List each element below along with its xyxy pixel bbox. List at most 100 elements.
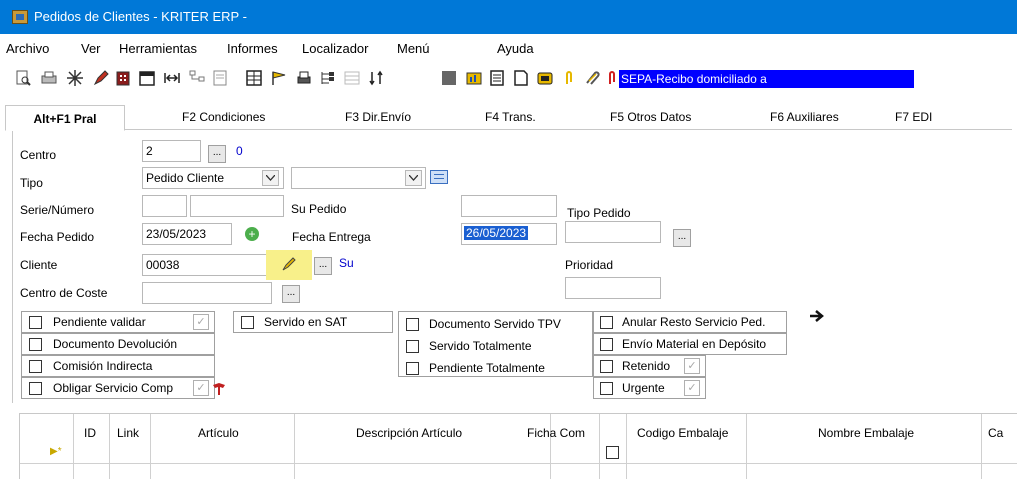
pendiente-validar-checkbox[interactable] bbox=[29, 316, 42, 329]
hierarchy-icon[interactable] bbox=[188, 69, 206, 87]
fecha-pedido-input[interactable]: 23/05/2023 bbox=[142, 223, 232, 245]
obligar-servicio-checkbox[interactable] bbox=[29, 382, 42, 395]
menu-informes[interactable]: Informes bbox=[227, 41, 278, 56]
su-pedido-input[interactable] bbox=[461, 195, 557, 217]
menu-herramientas[interactable]: Herramientas bbox=[119, 41, 197, 56]
list-icon[interactable] bbox=[430, 170, 448, 184]
folder-chart-icon[interactable] bbox=[465, 69, 483, 87]
toolbar: SEPA-Recibo domiciliado a bbox=[0, 64, 1017, 92]
tab-trans[interactable]: F4 Trans. bbox=[485, 110, 536, 124]
add-icon[interactable]: + bbox=[245, 227, 259, 241]
grid-header-id[interactable]: ID bbox=[84, 426, 96, 440]
documento-servido-tpv-checkbox[interactable] bbox=[406, 318, 419, 331]
grid-checkbox[interactable] bbox=[606, 446, 619, 459]
grid-divider bbox=[626, 414, 627, 479]
anular-resto-checkbox[interactable] bbox=[600, 316, 613, 329]
chevron-down-icon[interactable] bbox=[262, 170, 279, 186]
serie-input[interactable] bbox=[142, 195, 187, 217]
navigate-icon[interactable] bbox=[163, 69, 181, 87]
menu-archivo[interactable]: Archivo bbox=[6, 41, 49, 56]
grid-header-ca[interactable]: Ca bbox=[988, 426, 1003, 440]
grid-header-nombre-embalaje[interactable]: Nombre Embalaje bbox=[818, 426, 914, 440]
calendar-icon[interactable] bbox=[138, 69, 156, 87]
tab-auxiliares[interactable]: F6 Auxiliares bbox=[770, 110, 839, 124]
serie-label: Serie/Número bbox=[20, 203, 95, 217]
grid-header-articulo[interactable]: Artículo bbox=[198, 426, 239, 440]
grid-header-descripcion[interactable]: Descripción Artículo bbox=[356, 426, 462, 440]
paperclip-alt-icon[interactable] bbox=[583, 69, 601, 87]
tab-dir-envio[interactable]: F3 Dir.Envío bbox=[345, 110, 411, 124]
building-icon[interactable] bbox=[114, 69, 132, 87]
servido-sat-checkbox[interactable] bbox=[241, 316, 254, 329]
arrow-right-icon[interactable] bbox=[808, 308, 826, 324]
lines-grid: ID Link Artículo Descripción Artículo Fi… bbox=[19, 413, 1017, 479]
centro-coste-input[interactable] bbox=[142, 282, 272, 304]
centro-label: Centro bbox=[20, 148, 57, 162]
fecha-entrega-label: Fecha Entrega bbox=[292, 230, 371, 244]
cliente-input[interactable]: 00038 bbox=[142, 254, 272, 276]
note-icon[interactable] bbox=[211, 69, 229, 87]
tipo-pedido-label: Tipo Pedido bbox=[567, 206, 631, 220]
grid-divider bbox=[550, 414, 551, 479]
urgente-checkbox[interactable] bbox=[600, 382, 613, 395]
archive-icon[interactable] bbox=[536, 69, 554, 87]
numero-input[interactable] bbox=[190, 195, 284, 217]
document-icon[interactable] bbox=[488, 69, 506, 87]
flag-icon[interactable] bbox=[270, 69, 288, 87]
centro-coste-label: Centro de Coste bbox=[20, 286, 108, 300]
grid-header-link[interactable]: Link bbox=[117, 426, 139, 440]
table-icon[interactable] bbox=[343, 69, 361, 87]
tab-bar: Alt+F1 Pral F2 Condiciones F3 Dir.Envío … bbox=[5, 105, 1012, 131]
cliente-lookup-button[interactable]: ... bbox=[314, 257, 332, 275]
grid-header-ficha-com[interactable]: Ficha Com bbox=[527, 426, 585, 440]
tab-edi[interactable]: F7 EDI bbox=[895, 110, 932, 124]
menu-localizador[interactable]: Localizador bbox=[302, 41, 369, 56]
menu-ayuda[interactable]: Ayuda bbox=[497, 41, 534, 56]
chevron-down-icon[interactable] bbox=[405, 170, 422, 186]
print-icon[interactable] bbox=[40, 69, 58, 87]
grid-header-codigo-embalaje[interactable]: Codigo Embalaje bbox=[637, 426, 728, 440]
check-icon: ✓ bbox=[193, 380, 209, 396]
check-icon: ✓ bbox=[193, 314, 209, 330]
documento-devolucion-checkbox[interactable] bbox=[29, 338, 42, 351]
centro-input[interactable]: 2 bbox=[142, 140, 201, 162]
tipo-pedido-input[interactable] bbox=[565, 221, 661, 243]
tipo-pedido-lookup-button[interactable]: ... bbox=[673, 229, 691, 247]
tab-condiciones[interactable]: F2 Condiciones bbox=[182, 110, 265, 124]
tool-icon[interactable] bbox=[212, 382, 226, 396]
prioridad-label: Prioridad bbox=[565, 258, 614, 272]
sepa-field[interactable]: SEPA-Recibo domiciliado a bbox=[619, 70, 914, 88]
retenido-checkbox[interactable] bbox=[600, 360, 613, 373]
fecha-entrega-selected: 26/05/2023 bbox=[464, 226, 529, 240]
anular-resto-label: Anular Resto Servicio Ped. bbox=[622, 315, 766, 329]
sort-icon[interactable] bbox=[368, 69, 386, 87]
grid-icon[interactable] bbox=[245, 69, 263, 87]
centro-coste-lookup-button[interactable]: ... bbox=[282, 285, 300, 303]
check-icon: ✓ bbox=[684, 358, 700, 374]
printer-stack-icon[interactable] bbox=[295, 69, 313, 87]
centro-lookup-button[interactable]: ... bbox=[208, 145, 226, 163]
servido-totalmente-checkbox[interactable] bbox=[406, 340, 419, 353]
edit-icon[interactable] bbox=[281, 256, 297, 272]
documento-servido-tpv-label: Documento Servido TPV bbox=[429, 317, 561, 331]
paperclip-icon[interactable] bbox=[560, 69, 578, 87]
envio-material-label: Envío Material en Depósito bbox=[622, 337, 767, 351]
pendiente-totalmente-label: Pendiente Totalmente bbox=[429, 361, 545, 375]
tab-pral[interactable]: Alt+F1 Pral bbox=[5, 105, 125, 131]
su-pedido-label: Su Pedido bbox=[291, 202, 347, 216]
envio-material-checkbox[interactable] bbox=[600, 338, 613, 351]
blank-page-icon[interactable] bbox=[512, 69, 530, 87]
menu-menu[interactable]: Menú bbox=[397, 41, 430, 56]
menu-ver[interactable]: Ver bbox=[81, 41, 101, 56]
servido-sat-label: Servido en SAT bbox=[264, 315, 348, 329]
square-icon[interactable] bbox=[440, 69, 458, 87]
edit-pencil-icon[interactable] bbox=[92, 69, 110, 87]
sparkle-icon[interactable] bbox=[66, 69, 84, 87]
print-preview-icon[interactable] bbox=[14, 69, 32, 87]
tree-icon[interactable] bbox=[319, 69, 337, 87]
comision-indirecta-checkbox[interactable] bbox=[29, 360, 42, 373]
fecha-entrega-input[interactable]: 26/05/2023 bbox=[461, 223, 557, 245]
prioridad-input[interactable] bbox=[565, 277, 661, 299]
tab-otros-datos[interactable]: F5 Otros Datos bbox=[610, 110, 691, 124]
pendiente-totalmente-checkbox[interactable] bbox=[406, 362, 419, 375]
